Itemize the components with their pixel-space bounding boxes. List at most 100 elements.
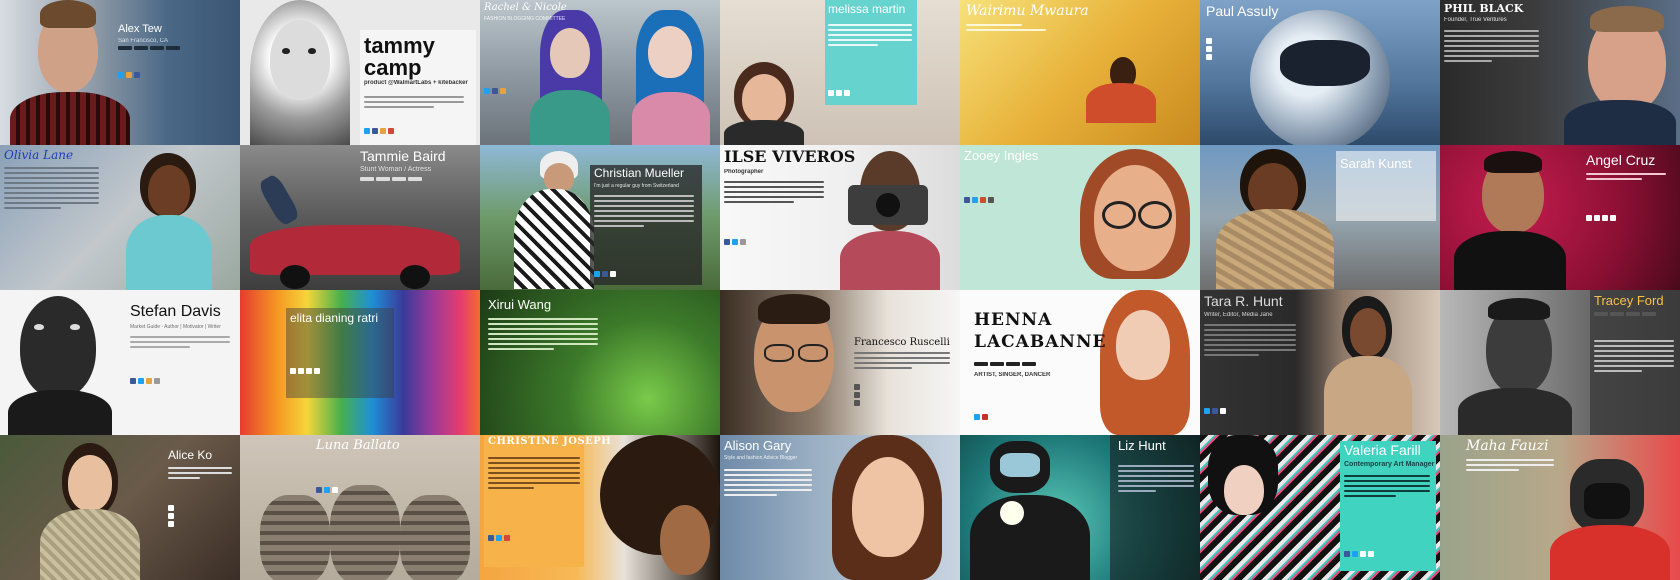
profile-tile-alex-tew[interactable]: Alex Tew San Francisco, CA [0,0,240,145]
profile-tile-henna-lacabanne[interactable]: HENNA LACABANNE ARTIST, SINGER, DANCER [960,290,1200,435]
social-icons[interactable] [484,88,506,94]
profile-nav-buttons[interactable] [360,177,422,181]
profile-name: Rachel & Nicole [484,2,567,13]
profile-tile-rachel-nicole[interactable]: Rachel & Nicole FASHION BLOGGING COMMITT… [480,0,720,145]
profile-name: Alice Ko [168,448,213,462]
bio-text [828,24,912,49]
profile-name: Francesco Ruscelli [854,337,950,348]
bio-text [724,181,824,206]
profile-name: Liz Hunt [1118,438,1166,453]
bio-text [594,195,694,230]
social-icons[interactable] [1204,408,1226,414]
portrait [1560,0,1680,145]
portrait [1230,0,1410,145]
bio-text [1344,475,1430,500]
social-icons[interactable] [854,384,860,406]
profile-tile-olivia-lane[interactable]: Olivia Lane [0,145,240,290]
profile-name: Tracey Ford [1594,293,1664,308]
profile-subtitle: Market Guide · Author | Motivator | Writ… [130,324,221,330]
profile-name: elita dianing ratri [290,311,379,325]
social-icons[interactable] [1586,215,1616,221]
profile-name-line2: LACABANNE [974,332,1107,352]
profile-name: Maha Fauzi [1466,438,1549,454]
portrait [1200,435,1340,580]
social-icons[interactable] [488,535,510,541]
profile-name: Alex Tew [118,23,162,35]
profile-tile-liz-hunt[interactable]: Liz Hunt [960,435,1200,580]
portrait [1088,290,1200,435]
social-icons[interactable] [290,368,320,374]
profile-name: Paul Assuly [1206,3,1279,19]
social-icons[interactable] [1344,551,1374,557]
illustrated-portrait [1060,145,1200,290]
portrait [30,435,150,580]
social-icons[interactable] [364,128,394,134]
profile-tile-alison-gary[interactable]: Alison Gary Style and fashion Advice Blo… [720,435,960,580]
profile-tile-tammy-camp[interactable]: tammy camp product @WalmartLabs + kiteba… [240,0,480,145]
profile-subtitle: Stunt Woman / Actress [360,166,432,173]
profile-tile-christian-mueller[interactable]: Christian Mueller I'm just a regular guy… [480,145,720,290]
profile-tile-luna-ballato[interactable]: Luna Ballato [240,435,480,580]
profile-tile-valeria-farill[interactable]: Valeria Farill Contemporary Art Manager [1200,435,1440,580]
bio-text [1444,30,1539,65]
profile-nav-buttons[interactable] [118,46,180,50]
profile-tile-francesco-ruscelli[interactable]: Francesco Ruscelli [720,290,960,435]
profile-tile-wairimu-mwaura[interactable]: Wairimu Mwaura [960,0,1200,145]
social-icons[interactable] [828,90,850,96]
profile-tile-christine-joseph[interactable]: CHRISTINE JOSEPH [480,435,720,580]
profile-name: Tara R. Hunt [1204,293,1283,309]
cat-paws [260,475,470,580]
portrait [1450,290,1580,435]
profile-tile-melissa-martin[interactable]: melissa martin [720,0,960,145]
profile-tile-zooey-ingles[interactable]: Zooey Ingles [960,145,1200,290]
profile-name: Alison Gary [724,438,792,453]
social-icons[interactable] [724,239,746,245]
profile-name: melissa martin [828,2,906,16]
profile-name: Stefan Davis [130,303,221,320]
portrait [1070,55,1160,145]
portrait [620,0,720,145]
profile-tile-alice-ko[interactable]: Alice Ko [0,435,240,580]
profile-tile-maha-fauzi[interactable]: Maha Fauzi [1440,435,1680,580]
social-icons[interactable] [118,72,140,78]
profile-name: Angel Cruz [1586,152,1656,168]
profile-name: CHRISTINE JOSEPH [488,436,612,447]
social-icons[interactable] [594,271,616,277]
car [240,215,480,290]
portrait [240,0,360,145]
profile-tile-tara-r-hunt[interactable]: Tara R. Hunt Writer, Editor, Media Jane [1200,290,1440,435]
profile-name: Wairimu Mwaura [966,3,1089,19]
social-icons[interactable] [964,197,994,203]
social-icons[interactable] [130,378,160,384]
bio-text [130,336,230,351]
profile-tile-angel-cruz[interactable]: Angel Cruz [1440,145,1680,290]
bio-text [364,96,464,111]
profile-nav-buttons[interactable] [974,362,1036,366]
social-icons[interactable] [974,414,988,420]
profile-name-line1: HENNA [974,310,1053,330]
social-icons[interactable] [1206,38,1212,60]
profile-tile-tracey-ford[interactable]: Tracey Ford [1440,290,1680,435]
profile-name: Xirui Wang [488,297,552,312]
bio-text [4,167,99,212]
profile-tile-paul-assuly[interactable]: Paul Assuly [1200,0,1440,145]
bio-text [724,469,812,499]
profile-tile-elita-dianing-ratri[interactable]: elita dianing ratri [240,290,480,435]
portrait [1450,145,1570,290]
profile-subtitle: Style and fashion Advice Blogger [724,455,798,461]
profile-nav-buttons[interactable] [1594,312,1656,316]
profile-tile-tammie-baird[interactable]: Tammie Baird Stunt Woman / Actress [240,145,480,290]
social-icons[interactable] [168,505,174,527]
portrait [110,145,230,290]
profile-subtitle: Photographer [724,169,764,175]
profile-tile-xirui-wang[interactable]: Xirui Wang [480,290,720,435]
profile-collage: Alex Tew San Francisco, CA tammy camp pr… [0,0,1680,580]
profile-tile-sarah-kunst[interactable]: Sarah Kunst [1200,145,1440,290]
social-icons[interactable] [316,487,338,493]
profile-tile-ilse-viveros[interactable]: ILSE VIVEROS Photographer [720,145,960,290]
profile-tile-phil-black[interactable]: PHIL BLACK Founder, True Ventures [1440,0,1680,145]
portrait [820,145,960,290]
profile-tile-stefan-davis[interactable]: Stefan Davis Market Guide · Author | Mot… [0,290,240,435]
profile-subtitle: San Francisco, CA [118,38,169,44]
portrait [500,145,600,290]
